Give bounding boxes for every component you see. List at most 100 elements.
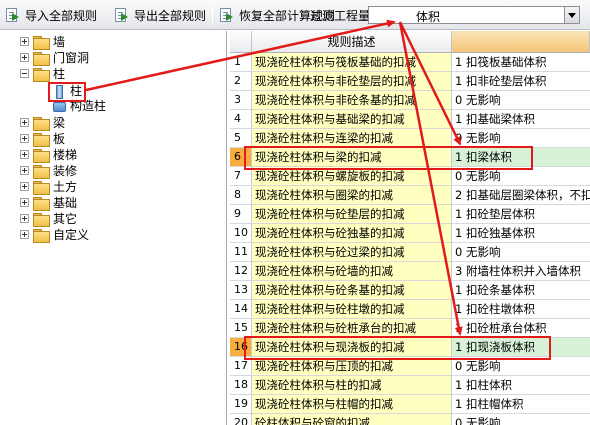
expand-icon[interactable] [20, 53, 29, 62]
table-row-selected[interactable]: 6 现浇砼柱体积与梁的扣减 1 扣梁体积 [230, 148, 590, 167]
restore-icon [218, 7, 235, 23]
tree-item-wall[interactable]: 墙 [20, 33, 65, 50]
rule-value[interactable]: 0 无影响 [452, 167, 590, 186]
rule-value[interactable]: 1 扣砼垫层体积 [452, 205, 590, 224]
table-row[interactable]: 12 现浇砼柱体积与砼墙的扣减 3 附墙柱体积并入墙体积 [230, 262, 590, 281]
rule-value[interactable]: 1 扣现浇板体积 [452, 338, 590, 357]
table-row[interactable]: 10 现浇砼柱体积与砼独基的扣减 1 扣砼独基体积 [230, 224, 590, 243]
expand-icon[interactable] [20, 166, 29, 175]
rule-description: 砼柱体积与砼窗的扣减 [252, 414, 452, 425]
row-number: 19 [230, 395, 252, 414]
rule-value[interactable]: 0 无影响 [452, 414, 590, 425]
tree-item-label: 柱 [53, 67, 66, 81]
grid-header-corner [230, 31, 252, 53]
rule-description: 现浇砼柱体积与砼垫层的扣减 [252, 205, 452, 224]
tree-item-column-group[interactable]: 柱 [20, 65, 65, 82]
table-row-selected[interactable]: 16 现浇砼柱体积与现浇板的扣减 1 扣现浇板体积 [230, 338, 590, 357]
filter-quantity-select[interactable]: 体积 [368, 6, 580, 24]
row-number: 2 [230, 72, 252, 91]
tree-item-label: 基础 [53, 196, 78, 210]
folder-icon [33, 51, 50, 66]
table-row[interactable]: 7 现浇砼柱体积与螺旋板的扣减 0 无影响 [230, 167, 590, 186]
import-all-rules-button[interactable]: 导入全部规则 [4, 4, 97, 26]
rule-value[interactable]: 1 扣柱体积 [452, 376, 590, 395]
tree-item-label: 楼梯 [53, 148, 78, 162]
rule-value[interactable]: 0 无影响 [452, 91, 590, 110]
tree-item-other[interactable]: 其它 [20, 210, 77, 227]
rule-description: 现浇砼柱体积与砼条基的扣减 [252, 281, 452, 300]
tree-item-beam[interactable]: 梁 [20, 114, 65, 131]
expand-icon[interactable] [20, 118, 29, 127]
rule-value[interactable]: 1 扣砼条基体积 [452, 281, 590, 300]
folder-icon [33, 35, 50, 50]
rule-value[interactable]: 1 扣柱帽体积 [452, 395, 590, 414]
table-row[interactable]: 19 现浇砼柱体积与柱帽的扣减 1 扣柱帽体积 [230, 395, 590, 414]
rule-value[interactable]: 1 扣基础梁体积 [452, 110, 590, 129]
tree-item-decoration[interactable]: 装修 [20, 162, 77, 179]
rule-description: 现浇砼柱体积与砼柱墩的扣减 [252, 300, 452, 319]
table-row[interactable]: 2 现浇砼柱体积与非砼垫层的扣减 1 扣非砼垫层体积 [230, 72, 590, 91]
tree-item-custom[interactable]: 自定义 [20, 226, 89, 243]
rule-value[interactable]: 1 扣砼桩承台体积 [452, 319, 590, 338]
grid-header-rule[interactable] [452, 31, 590, 53]
table-row[interactable]: 3 现浇砼柱体积与非砼条基的扣减 0 无影响 [230, 91, 590, 110]
tree-item-stairs[interactable]: 楼梯 [20, 146, 77, 163]
table-row[interactable]: 15 现浇砼柱体积与砼桩承台的扣减 1 扣砼桩承台体积 [230, 319, 590, 338]
rule-description: 现浇砼柱体积与砼独基的扣减 [252, 224, 452, 243]
table-row[interactable]: 1 现浇砼柱体积与筏板基础的扣减 1 扣筏板基础体积 [230, 53, 590, 72]
chevron-down-icon[interactable] [564, 7, 579, 23]
table-row[interactable]: 11 现浇砼柱体积与砼过梁的扣减 0 无影响 [230, 243, 590, 262]
table-row[interactable]: 17 现浇砼柱体积与压顶的扣减 0 无影响 [230, 357, 590, 376]
expand-icon[interactable] [20, 198, 29, 207]
table-row[interactable]: 8 现浇砼柱体积与圈梁的扣减 2 扣基础层圈梁体积，不扣 [230, 186, 590, 205]
rule-description: 现浇砼柱体积与压顶的扣减 [252, 357, 452, 376]
toolbar-separator [212, 5, 213, 25]
expand-icon[interactable] [20, 230, 29, 239]
expand-icon[interactable] [20, 134, 29, 143]
row-number: 9 [230, 205, 252, 224]
export-icon [113, 7, 130, 23]
export-all-rules-label: 导出全部规则 [134, 8, 207, 23]
rule-value[interactable]: 1 扣梁体积 [452, 148, 590, 167]
expand-icon[interactable] [20, 150, 29, 159]
rule-description: 现浇砼柱体积与连梁的扣减 [252, 129, 452, 148]
row-number: 7 [230, 167, 252, 186]
table-row[interactable]: 20 砼柱体积与砼窗的扣减 0 无影响 [230, 414, 590, 425]
row-number: 17 [230, 357, 252, 376]
toolbar: 导入全部规则 导出全部规则 恢复全部计算规则 过滤工程量 体积 [0, 0, 590, 30]
export-all-rules-button[interactable]: 导出全部规则 [113, 4, 206, 26]
tree-item-foundation[interactable]: 基础 [20, 194, 77, 211]
rule-value[interactable]: 2 扣基础层圈梁体积，不扣 [452, 186, 590, 205]
table-row[interactable]: 5 现浇砼柱体积与连梁的扣减 0 无影响 [230, 129, 590, 148]
table-row[interactable]: 14 现浇砼柱体积与砼柱墩的扣减 1 扣砼柱墩体积 [230, 300, 590, 319]
rule-value[interactable]: 1 扣砼柱墩体积 [452, 300, 590, 319]
rule-value[interactable]: 0 无影响 [452, 129, 590, 148]
tree-item-earthwork[interactable]: 土方 [20, 178, 77, 195]
rule-description: 现浇砼柱体积与柱的扣减 [252, 376, 452, 395]
tree-item-label: 门窗洞 [53, 51, 90, 65]
grid-header-desc[interactable]: 规则描述 [252, 31, 452, 53]
table-row[interactable]: 13 现浇砼柱体积与砼条基的扣减 1 扣砼条基体积 [230, 281, 590, 300]
row-number: 10 [230, 224, 252, 243]
rule-value[interactable]: 1 扣非砼垫层体积 [452, 72, 590, 91]
rule-value[interactable]: 1 扣砼独基体积 [452, 224, 590, 243]
tree-item-constructional-column[interactable]: 构造柱 [52, 97, 106, 114]
rule-value[interactable]: 0 无影响 [452, 357, 590, 376]
table-row[interactable]: 9 现浇砼柱体积与砼垫层的扣减 1 扣砼垫层体积 [230, 205, 590, 224]
expand-icon[interactable] [20, 214, 29, 223]
folder-icon [33, 196, 50, 211]
expand-icon[interactable] [20, 182, 29, 191]
rule-value[interactable]: 1 扣筏板基础体积 [452, 53, 590, 72]
rule-value[interactable]: 0 无影响 [452, 243, 590, 262]
table-row[interactable]: 18 现浇砼柱体积与柱的扣减 1 扣柱体积 [230, 376, 590, 395]
rule-value[interactable]: 3 附墙柱体积并入墙体积 [452, 262, 590, 281]
tree-item-slab[interactable]: 板 [20, 130, 65, 147]
row-number: 5 [230, 129, 252, 148]
folder-icon [33, 212, 50, 227]
expand-icon[interactable] [20, 37, 29, 46]
collapse-icon[interactable] [20, 69, 29, 78]
table-row[interactable]: 4 现浇砼柱体积与基础梁的扣减 1 扣基础梁体积 [230, 110, 590, 129]
tree-item-door-window[interactable]: 门窗洞 [20, 49, 89, 66]
grid-header-desc-label: 规则描述 [327, 35, 376, 49]
row-number: 15 [230, 319, 252, 338]
